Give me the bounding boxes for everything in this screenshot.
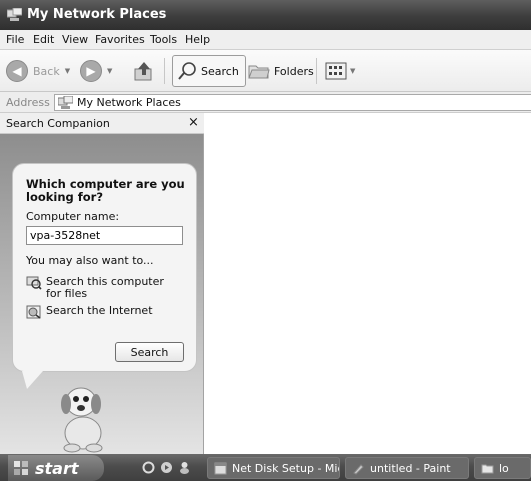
menu-help[interactable]: Help [185,33,210,46]
window-title: My Network Places [27,7,167,22]
search-button[interactable]: Search [172,55,246,87]
views-button[interactable]: ▼ [321,55,359,87]
folders-button[interactable]: Folders [244,55,318,87]
title-bar[interactable]: My Network Places [0,0,531,30]
search-computer-icon [26,276,42,290]
setup-window-icon [214,462,227,474]
address-value: My Network Places [77,96,181,109]
forward-button[interactable]: ▶ ▼ [80,55,112,87]
paint-icon [353,463,364,475]
option-search-computer[interactable]: Search this computer for files [26,276,176,300]
menu-favorites[interactable]: Favorites [95,33,145,46]
task-label: Net Disk Setup - Micr... [232,461,339,475]
network-places-icon [7,8,22,21]
address-label: Address [6,96,50,109]
chevron-down-icon: ▼ [64,67,71,75]
address-field[interactable]: My Network Places [54,94,531,111]
folders-icon [248,65,270,79]
search-balloon: Which computer are you looking for? Comp… [12,163,197,372]
browser-icon[interactable] [142,461,155,474]
menu-file[interactable]: File [6,33,24,46]
search-question: Which computer are you looking for? [26,177,185,204]
menu-edit[interactable]: Edit [33,33,54,46]
search-submit-button[interactable]: Search [115,342,184,362]
search-dog-icon[interactable] [52,377,110,453]
menu-tools[interactable]: Tools [150,33,177,46]
taskbar: start Net Disk Setup - Micr... untitled … [0,454,531,481]
address-bar: Address My Network Places [0,92,531,113]
views-icon [325,62,347,80]
toolbar-separator [316,58,317,84]
task-paint[interactable]: untitled - Paint [345,457,469,479]
start-button[interactable]: start [8,455,104,481]
search-companion-pane: Search Companion × Which computer are yo… [0,113,204,454]
chevron-down-icon: ▼ [107,67,113,75]
menu-bar: File Edit View Favorites Tools Help [0,30,531,50]
task-folder[interactable]: lo [474,457,531,479]
pane-header: Search Companion × [0,113,204,134]
task-label: lo [499,461,509,475]
back-button[interactable]: ◀ Back ▼ [6,55,70,87]
messenger-icon[interactable] [178,461,191,474]
balloon-tail [22,371,43,389]
windows-logo-icon [14,461,28,475]
menu-view[interactable]: View [62,33,88,46]
search-internet-icon [26,305,41,319]
folder-icon [481,464,494,473]
network-places-icon [58,96,73,109]
toolbar-separator [164,58,165,84]
computer-name-input[interactable] [26,226,183,245]
task-net-disk-setup[interactable]: Net Disk Setup - Micr... [207,457,340,479]
option-label: Search the Internet [46,304,153,317]
search-label: Search [201,64,239,78]
toolbar: ◀ Back ▼ ▶ ▼ Search Folders ▼ [0,50,531,92]
also-want-label: You may also want to... [26,254,154,267]
folders-label: Folders [274,64,314,78]
pane-title: Search Companion [6,117,110,130]
up-folder-icon [134,62,152,81]
task-label: untitled - Paint [370,461,451,475]
option-label: Search this computer for files [46,275,164,300]
computer-name-label: Computer name: [26,210,120,223]
up-button[interactable] [133,55,155,87]
start-label: start [35,458,79,478]
chevron-down-icon: ▼ [350,67,356,75]
back-label: Back [33,64,60,78]
magnifier-icon [178,62,196,80]
media-player-icon[interactable] [160,461,173,474]
forward-arrow-icon: ▶ [80,60,102,82]
main-content-area[interactable] [205,113,531,454]
close-icon[interactable]: × [188,115,199,130]
back-arrow-icon: ◀ [6,60,28,82]
option-search-internet[interactable]: Search the Internet [26,305,176,319]
